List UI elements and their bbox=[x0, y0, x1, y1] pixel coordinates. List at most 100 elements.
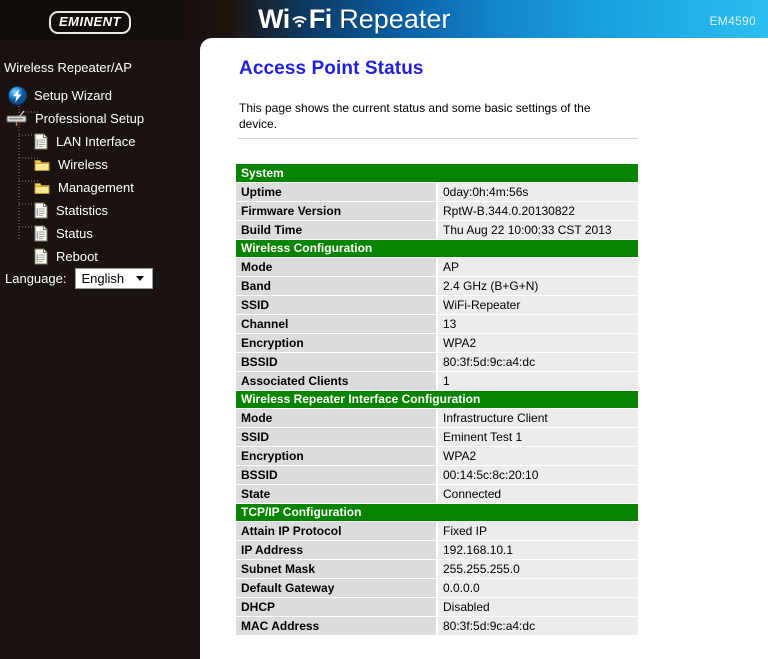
table-row: IP Address 192.168.10.1 bbox=[236, 540, 638, 560]
table-row: Default Gateway 0.0.0.0 bbox=[236, 578, 638, 598]
row-key: Channel bbox=[236, 314, 438, 334]
row-key: Encryption bbox=[236, 333, 438, 353]
row-value: Disabled bbox=[437, 597, 638, 617]
row-key: Uptime bbox=[236, 182, 438, 202]
row-key: SSID bbox=[236, 427, 438, 447]
document-icon bbox=[34, 225, 48, 242]
table-row: Associated Clients 1 bbox=[236, 371, 638, 391]
table-row: BSSID 00:14:5c:8c:20:10 bbox=[236, 465, 638, 485]
sidebar-item-statistics[interactable]: Statistics bbox=[0, 199, 200, 222]
document-icon bbox=[34, 133, 48, 150]
eminent-logo-text: EMINENT bbox=[59, 14, 121, 29]
folder-icon bbox=[34, 181, 50, 195]
table-row: Mode AP bbox=[236, 257, 638, 277]
page-description: This page shows the current status and s… bbox=[239, 101, 591, 131]
sidebar: Wireless Repeater/AP Setup Wizard Profes… bbox=[0, 40, 200, 659]
table-row: SSID Eminent Test 1 bbox=[236, 427, 638, 447]
table-row: Attain IP Protocol Fixed IP bbox=[236, 521, 638, 541]
row-value: AP bbox=[437, 257, 638, 277]
router-device-icon bbox=[6, 110, 28, 127]
table-row: Subnet Mask 255.255.255.0 bbox=[236, 559, 638, 579]
row-value: 192.168.10.1 bbox=[437, 540, 638, 560]
section-heading: TCP/IP Configuration bbox=[236, 503, 638, 522]
table-row: MAC Address 80:3f:5d:9c:a4:dc bbox=[236, 616, 638, 636]
row-value: 13 bbox=[437, 314, 638, 334]
document-icon bbox=[34, 202, 48, 219]
table-row: Build Time Thu Aug 22 10:00:33 CST 2013 bbox=[236, 220, 638, 240]
section-heading: Wireless Repeater Interface Configuratio… bbox=[236, 390, 638, 409]
row-value: 0.0.0.0 bbox=[437, 578, 638, 598]
row-value: WPA2 bbox=[437, 446, 638, 466]
language-select[interactable]: English bbox=[75, 268, 154, 289]
sidebar-item-lan-interface[interactable]: LAN Interface bbox=[0, 130, 200, 153]
row-value: 2.4 GHz (B+G+N) bbox=[437, 276, 638, 296]
row-value: 00:14:5c:8c:20:10 bbox=[437, 465, 638, 485]
sidebar-item-wireless[interactable]: Wireless bbox=[0, 153, 200, 176]
row-key: Build Time bbox=[236, 220, 438, 240]
row-key: Firmware Version bbox=[236, 201, 438, 221]
sidebar-tree: Setup Wizard Professional Setup LAN Inte… bbox=[0, 84, 200, 268]
section-heading: System bbox=[236, 164, 638, 183]
sidebar-item-status[interactable]: Status bbox=[0, 222, 200, 245]
language-selector: Language: English bbox=[5, 268, 161, 289]
row-key: IP Address bbox=[236, 540, 438, 560]
row-key: SSID bbox=[236, 295, 438, 315]
row-key: Encryption bbox=[236, 446, 438, 466]
sidebar-item-label: Status bbox=[56, 226, 93, 241]
wizard-bolt-icon bbox=[8, 86, 27, 105]
router-admin-page: EMINENT Wi Fi Repeater EM4590 Wireless Re… bbox=[0, 0, 768, 659]
table-section-header: Wireless Configuration bbox=[236, 239, 638, 258]
wifi-signal-icon bbox=[291, 6, 308, 37]
sidebar-title: Wireless Repeater/AP bbox=[4, 60, 132, 75]
table-row: Mode Infrastructure Client bbox=[236, 408, 638, 428]
table-row: Channel 13 bbox=[236, 314, 638, 334]
row-key: DHCP bbox=[236, 597, 438, 617]
page-title: Access Point Status bbox=[239, 58, 424, 79]
brand-title: Wi Fi Repeater bbox=[258, 4, 450, 37]
status-table: System Uptime 0day:0h:4m:56s Firmware Ve… bbox=[236, 164, 638, 636]
table-row: Band 2.4 GHz (B+G+N) bbox=[236, 276, 638, 296]
row-key: BSSID bbox=[236, 352, 438, 372]
brand-prefix: Wi bbox=[258, 4, 290, 34]
model-number: EM4590 bbox=[709, 14, 756, 28]
section-heading: Wireless Configuration bbox=[236, 239, 638, 258]
row-key: State bbox=[236, 484, 438, 504]
sidebar-item-label: Management bbox=[58, 180, 134, 195]
row-value: RptW-B.344.0.20130822 bbox=[437, 201, 638, 221]
table-section-header: Wireless Repeater Interface Configuratio… bbox=[236, 390, 638, 409]
document-icon bbox=[34, 248, 48, 265]
sidebar-item-professional-setup[interactable]: Professional Setup bbox=[0, 107, 200, 130]
sidebar-item-label: Statistics bbox=[56, 203, 109, 218]
row-value: 80:3f:5d:9c:a4:dc bbox=[437, 352, 638, 372]
row-value: Infrastructure Client bbox=[437, 408, 638, 428]
row-value: 1 bbox=[437, 371, 638, 391]
sidebar-item-management[interactable]: Management bbox=[0, 176, 200, 199]
table-row: Firmware Version RptW-B.344.0.20130822 bbox=[236, 201, 638, 221]
row-value: 80:3f:5d:9c:a4:dc bbox=[437, 616, 638, 636]
sidebar-item-label: Setup Wizard bbox=[34, 88, 113, 103]
row-key: Attain IP Protocol bbox=[236, 521, 438, 541]
table-row: SSID WiFi-Repeater bbox=[236, 295, 638, 315]
table-row: State Connected bbox=[236, 484, 638, 504]
sidebar-item-label: LAN Interface bbox=[56, 134, 136, 149]
table-row: Encryption WPA2 bbox=[236, 446, 638, 466]
sidebar-item-label: Wireless bbox=[58, 157, 108, 172]
brand-word: Repeater bbox=[339, 4, 451, 34]
sidebar-item-reboot[interactable]: Reboot bbox=[0, 245, 200, 268]
language-label: Language: bbox=[5, 271, 67, 286]
table-row: BSSID 80:3f:5d:9c:a4:dc bbox=[236, 352, 638, 372]
table-section-header: System bbox=[236, 164, 638, 183]
sidebar-item-label: Professional Setup bbox=[35, 111, 145, 126]
row-value: WPA2 bbox=[437, 333, 638, 353]
eminent-logo: EMINENT bbox=[49, 11, 131, 34]
folder-icon bbox=[34, 158, 50, 172]
divider bbox=[238, 138, 638, 139]
content-panel: Access Point Status This page shows the … bbox=[200, 38, 768, 659]
sidebar-item-setup-wizard[interactable]: Setup Wizard bbox=[0, 84, 200, 107]
row-value: Fixed IP bbox=[437, 521, 638, 541]
table-row: DHCP Disabled bbox=[236, 597, 638, 617]
row-key: MAC Address bbox=[236, 616, 438, 636]
row-key: Band bbox=[236, 276, 438, 296]
row-value: Connected bbox=[437, 484, 638, 504]
row-value: Eminent Test 1 bbox=[437, 427, 638, 447]
